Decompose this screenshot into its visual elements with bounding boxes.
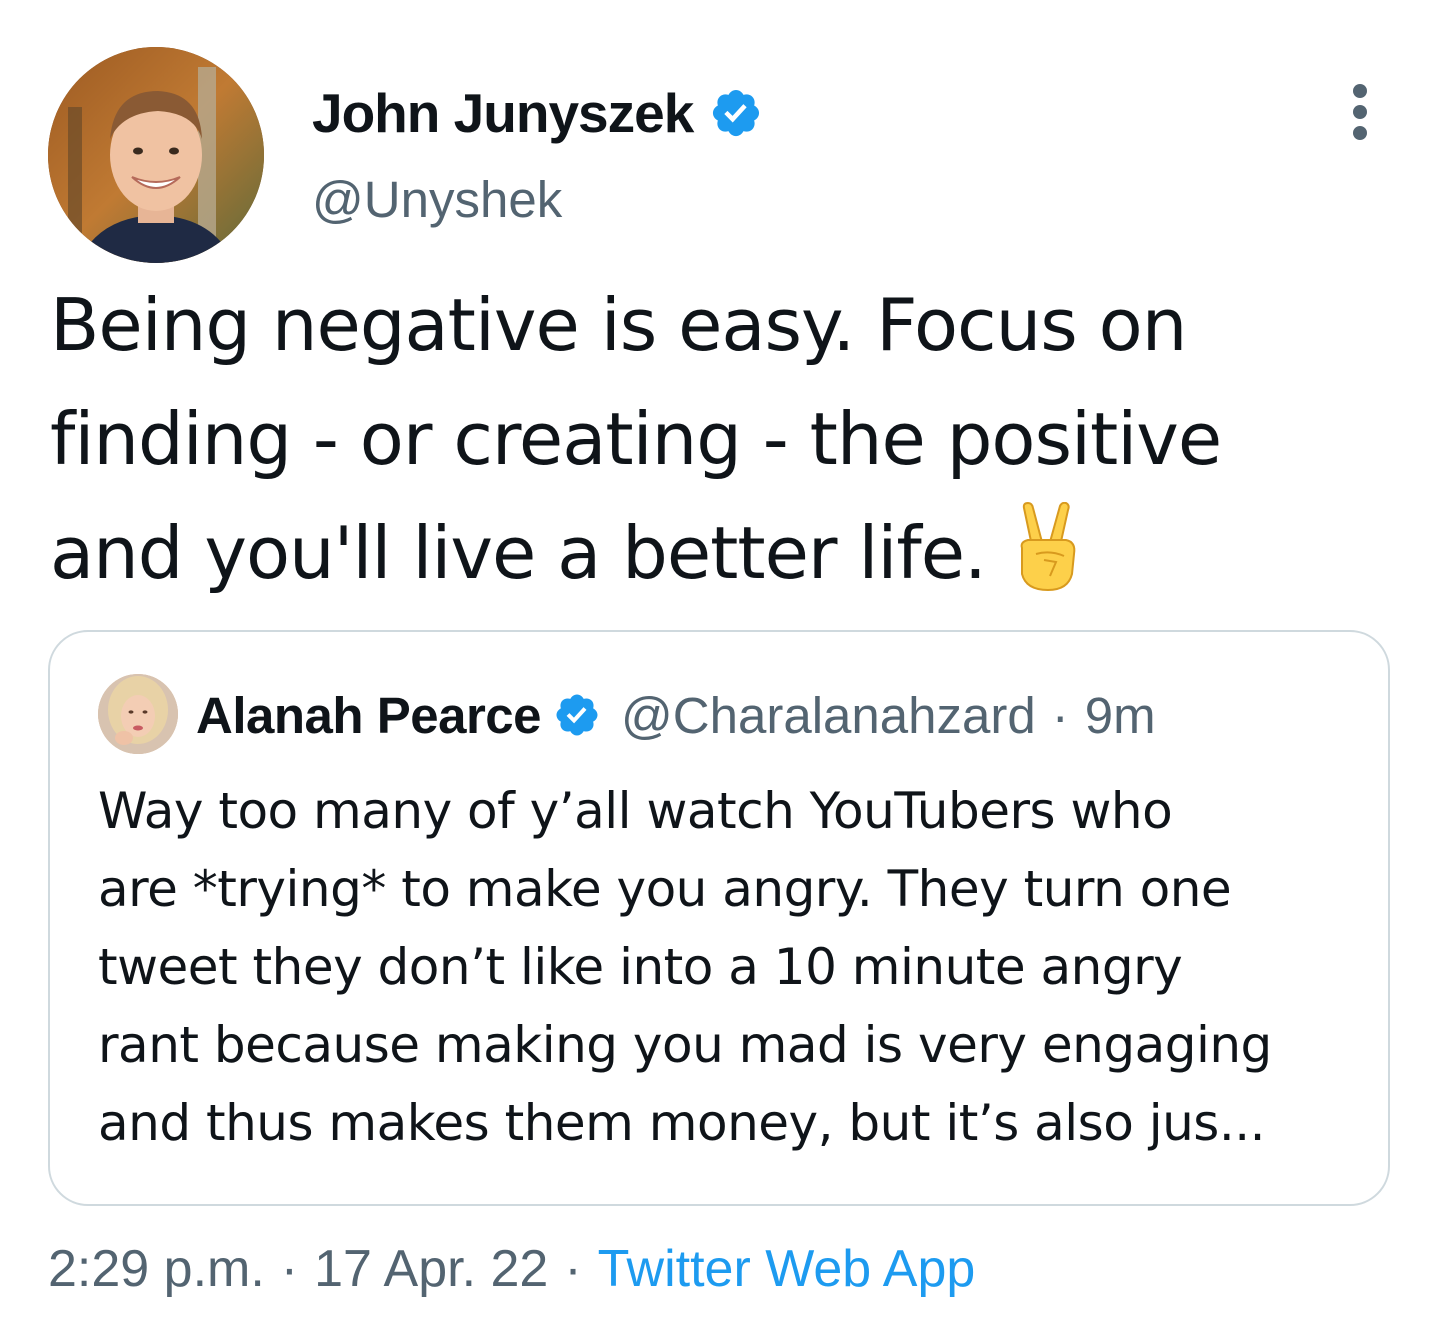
tweet-source-link[interactable]: Twitter Web App — [598, 1239, 976, 1299]
quoted-tweet-time[interactable]: 9m — [1085, 686, 1156, 745]
separator-dot: · — [280, 1240, 299, 1298]
quoted-tweet-card[interactable]: Alanah Pearce @Charalanahzard · 9m Way t… — [48, 630, 1390, 1206]
tweet-time[interactable]: 2:29 p.m. — [48, 1239, 265, 1299]
quoted-text-line: rant because making you mad is very enga… — [98, 1016, 1272, 1074]
tweet-text: Being negative is easy. Focus on finding… — [50, 268, 1390, 610]
quoted-author-avatar[interactable] — [98, 674, 178, 754]
more-dot — [1353, 105, 1367, 119]
author-handle[interactable]: @Unyshek — [312, 170, 562, 229]
more-options-icon[interactable] — [1336, 80, 1384, 144]
quoted-author-handle[interactable]: @Charalanahzard — [621, 686, 1036, 745]
quoted-author-name[interactable]: Alanah Pearce — [196, 686, 542, 745]
quoted-text-line: tweet they don’t like into a 10 minute a… — [98, 938, 1183, 996]
tweet-text-line-last: and you'll live a better life. — [50, 496, 1390, 610]
more-dot — [1353, 126, 1367, 140]
quoted-text-line: are *trying* to make you angry. They tur… — [98, 860, 1232, 918]
tweet-text-line: finding - or creating - the positive — [50, 397, 1222, 481]
verified-badge-icon — [709, 86, 763, 140]
more-dot — [1353, 84, 1367, 98]
quoted-tweet-header: Alanah Pearce @Charalanahzard · 9m — [196, 680, 1156, 750]
author-avatar[interactable] — [48, 47, 264, 263]
tweet-date[interactable]: 17 Apr. 22 — [314, 1239, 548, 1299]
victory-hand-emoji-icon — [1010, 502, 1090, 592]
tweet-text-line: Being negative is easy. Focus on — [50, 283, 1187, 367]
quoted-text-line: and thus makes them money, but it’s also… — [98, 1094, 1266, 1152]
author-name[interactable]: John Junyszek — [312, 81, 694, 145]
quoted-text-line: Way too many of y’all watch YouTubers wh… — [98, 782, 1173, 840]
separator-dot: · — [1051, 686, 1069, 744]
tweet-metadata: 2:29 p.m. · 17 Apr. 22 · Twitter Web App — [48, 1234, 975, 1304]
verified-badge-icon — [553, 691, 601, 739]
tweet-text-line: and you'll live a better life. — [50, 511, 987, 595]
separator-dot: · — [564, 1240, 582, 1298]
quoted-tweet-text: Way too many of y’all watch YouTubers wh… — [98, 772, 1368, 1162]
author-name-row[interactable]: John Junyszek — [312, 78, 763, 148]
